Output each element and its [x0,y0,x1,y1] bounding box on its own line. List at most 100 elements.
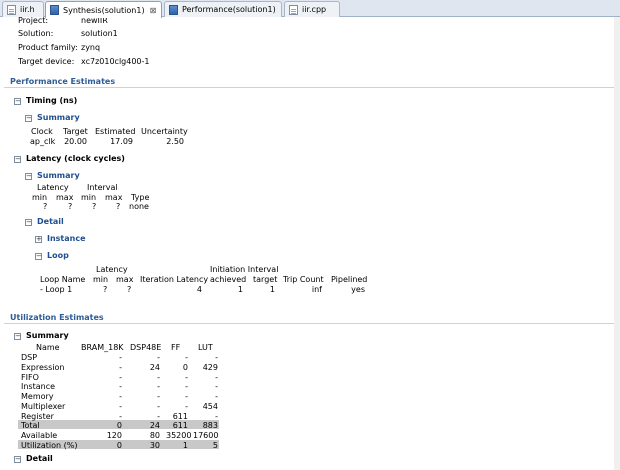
utilization-row-name: Expression [21,362,65,372]
tab-label: iir.cpp [302,5,327,14]
close-icon[interactable]: ⊠ [150,6,157,15]
instance-title: Instance [47,234,86,243]
timing-cell: ap_clk [30,137,56,146]
latency-summary-title: Summary [37,171,80,180]
utilization-cell: 611 [172,421,188,431]
utilization-cell: - [185,392,188,401]
utilization-cell: 611 [172,411,188,421]
collapse-icon[interactable]: − [25,173,32,180]
utilization-section-header[interactable]: Utilization Estimates [4,311,616,324]
loop-latency-group: Latency [96,265,128,274]
col-header: Estimated [95,127,136,136]
collapse-icon[interactable]: − [35,253,42,260]
latency-title: Latency (clock cycles) [26,154,125,163]
report-icon [50,5,59,15]
timing-title: Timing (ns) [26,96,78,105]
device-label: Target device: [18,57,75,66]
source-file-icon [289,4,298,15]
loop-cell: 1 [237,285,243,294]
family-value: zynq [81,43,101,52]
utilization-cell: 17600 [193,431,219,440]
utilization-cell: - [185,372,188,382]
header-file-icon [7,4,16,15]
col-header: Trip Count [283,275,324,284]
expand-icon[interactable]: + [35,236,42,243]
latency-cell: ? [116,202,121,211]
col-header: max [116,275,134,284]
utilization-row-name: Instance [21,382,56,392]
latency-group-header: Latency [37,183,69,192]
utilization-cell: - [157,353,160,362]
utilization-cell: - [157,392,160,401]
latency-cell: ? [92,202,97,211]
utilization-cell: - [157,411,160,421]
latency-cell: ? [43,202,48,211]
timing-cell: 20.00 [64,137,87,146]
vertical-scrollbar[interactable] [614,17,620,470]
latency-cell: ? [68,202,73,211]
utilization-cell: - [157,401,160,411]
col-header: Uncertainty [141,127,188,136]
utilization-row-name: Total [21,421,40,431]
loop-cell: 1 [269,285,275,294]
utilization-cell: - [119,362,122,372]
project-label: Project: [18,16,49,25]
latency-detail-title: Detail [37,217,64,226]
utilization-row-name: FIFO [21,372,39,382]
col-header: Loop Name [40,275,86,284]
utilization-row-name: Memory [21,392,54,401]
utilization-cell: 883 [202,421,218,431]
utilization-cell: 30 [149,440,160,450]
collapse-icon[interactable]: − [25,219,32,226]
tab-performance[interactable]: Performance(solution1) [164,1,282,17]
collapse-icon[interactable]: − [14,456,21,463]
utilization-cell: - [215,372,218,382]
utilization-cell: - [157,382,160,392]
col-header: FF [171,343,181,352]
section-title: Utilization Estimates [10,313,104,322]
loop-cell: 4 [196,285,202,294]
collapse-icon[interactable]: − [14,333,21,340]
collapse-icon[interactable]: − [14,98,21,105]
tab-label: Synthesis(solution1) [63,5,145,15]
col-header: Name [36,343,60,352]
utilization-cell: - [185,401,188,411]
loop-cell: - Loop 1 [40,285,73,294]
section-title: Performance Estimates [10,77,116,86]
utilization-row-name: Register [21,411,54,421]
solution-label: Solution: [18,29,54,38]
tab-synthesis[interactable]: Synthesis(solution1) ⊠ [45,1,162,18]
col-header: min [93,275,109,284]
collapse-icon[interactable]: − [25,115,32,122]
col-header: Iteration Latency [140,275,209,284]
editor-tab-bar: iir.h Synthesis(solution1) ⊠ Performance… [0,0,620,18]
report-icon [169,4,178,15]
utilization-cell: 24 [149,362,160,372]
tab-iir-h[interactable]: iir.h [2,1,44,17]
utilization-summary-title: Summary [26,331,69,340]
collapse-icon[interactable]: − [14,156,21,163]
col-header: DSP48E [130,343,162,352]
utilization-cell: - [215,353,218,362]
timing-cell: 2.50 [166,137,184,146]
utilization-cell: - [119,353,122,362]
col-header: Clock [31,127,53,136]
utilization-cell: - [157,372,160,382]
col-header: target [253,275,278,284]
utilization-cell: 120 [106,431,122,440]
performance-section-header[interactable]: Performance Estimates [4,75,616,88]
timing-cell: 17.09 [110,137,133,146]
utilization-cell: 35200 [166,431,192,440]
tab-label: iir.h [20,5,35,14]
utilization-cell: 0 [116,421,122,431]
utilization-cell: - [215,411,218,421]
utilization-detail-title: Detail [26,454,53,463]
utilization-cell: - [119,382,122,392]
tab-iir-cpp[interactable]: iir.cpp [284,1,340,17]
col-header: achieved [210,275,247,284]
utilization-cell: - [185,382,188,392]
loop-ii-group: Initiation Interval [210,265,279,274]
timing-summary-title: Summary [37,113,80,122]
utilization-cell: 24 [149,421,160,431]
utilization-cell: - [215,382,218,392]
